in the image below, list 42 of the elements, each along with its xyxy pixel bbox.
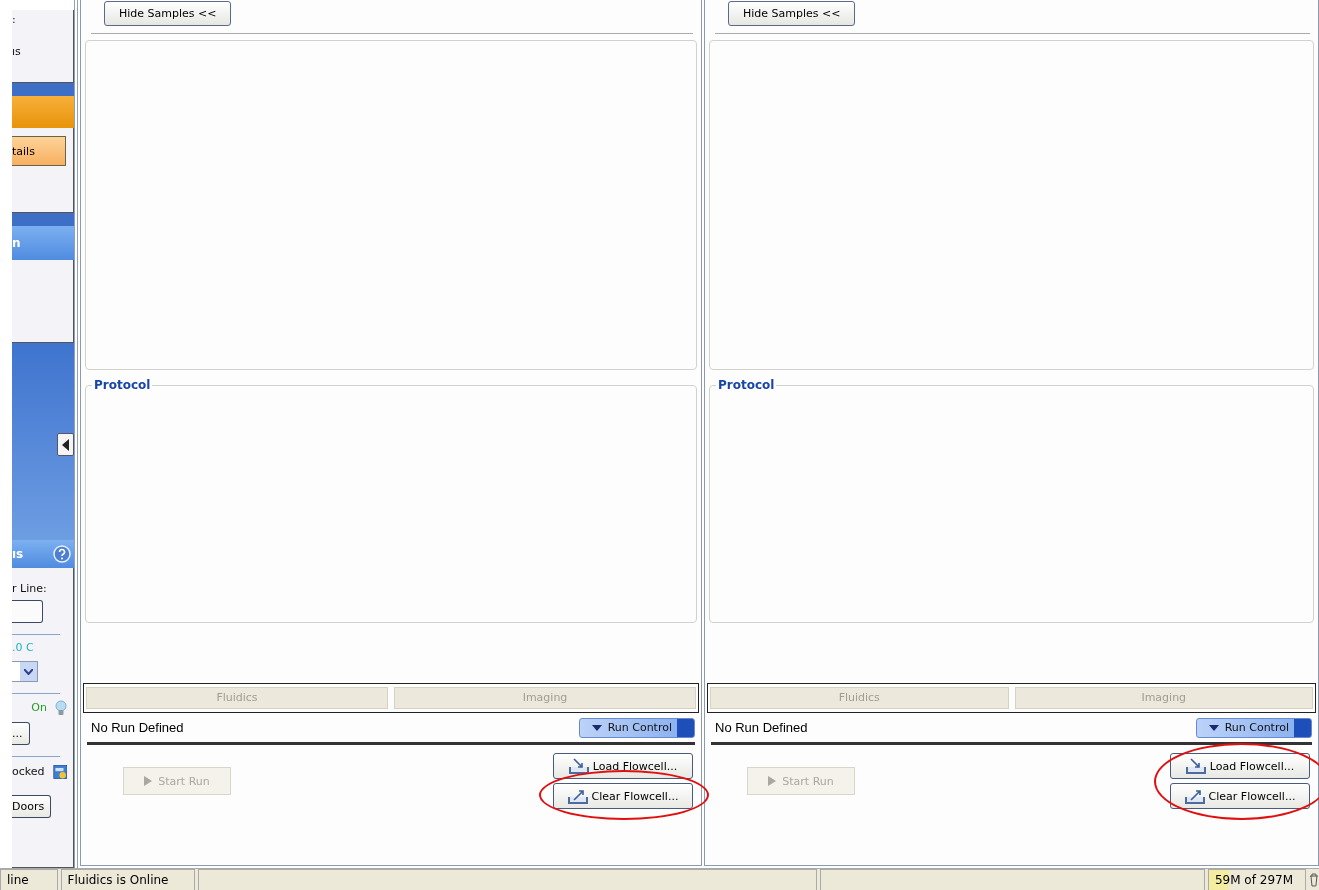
tray-out-icon [567, 788, 588, 804]
details-button[interactable]: tails [12, 136, 66, 166]
play-icon [768, 776, 777, 786]
left-arrow-icon [61, 438, 70, 451]
caret-icon [24, 668, 33, 675]
button[interactable]: ... [12, 722, 30, 745]
flowcell-button[interactable]: Clear Flowcell... [553, 783, 693, 809]
status-text: line [0, 869, 58, 890]
collapse-button[interactable] [57, 433, 74, 456]
status-text: Fluidics is Online [60, 869, 196, 890]
lock-icon [52, 763, 67, 781]
run-control-button[interactable]: Run Control [578, 717, 695, 738]
run-status: No Run Defined [91, 720, 184, 735]
trash-icon [1309, 873, 1319, 887]
group-title: Protocol [92, 378, 153, 392]
header-band [12, 213, 74, 226]
flowcell-button[interactable]: Clear Flowcell... [1170, 783, 1310, 809]
button[interactable]: Doors [12, 795, 52, 818]
tray-in-icon [1185, 758, 1206, 774]
label: : [12, 13, 16, 27]
run-status: No Run Defined [715, 720, 808, 735]
status-text: ocked [12, 765, 45, 779]
dropdown[interactable] [12, 661, 38, 682]
flowcell-button[interactable]: Load Flowcell... [553, 753, 693, 779]
hide-samples-button[interactable]: Hide Samples << [104, 1, 232, 26]
play-icon [144, 776, 153, 786]
label: ıs [12, 45, 21, 59]
label: .0 C [12, 641, 34, 655]
tray-out-icon [1184, 788, 1205, 804]
caret-icon [1208, 724, 1219, 731]
input-field[interactable] [12, 600, 43, 623]
group-title: Protocol [716, 378, 777, 392]
lightbulb-icon [55, 700, 67, 716]
status-text: On [31, 701, 47, 715]
tray-in-icon [568, 758, 589, 774]
run-control-button[interactable]: Run Control [1195, 717, 1312, 738]
flowcell-button[interactable]: Load Flowcell... [1170, 753, 1310, 779]
hide-samples-button[interactable]: Hide Samples << [728, 1, 856, 26]
label: r Line: [12, 582, 47, 596]
memory-usage: 59M of 297M [1207, 869, 1307, 890]
header-band [12, 83, 74, 96]
caret-icon [591, 724, 602, 731]
